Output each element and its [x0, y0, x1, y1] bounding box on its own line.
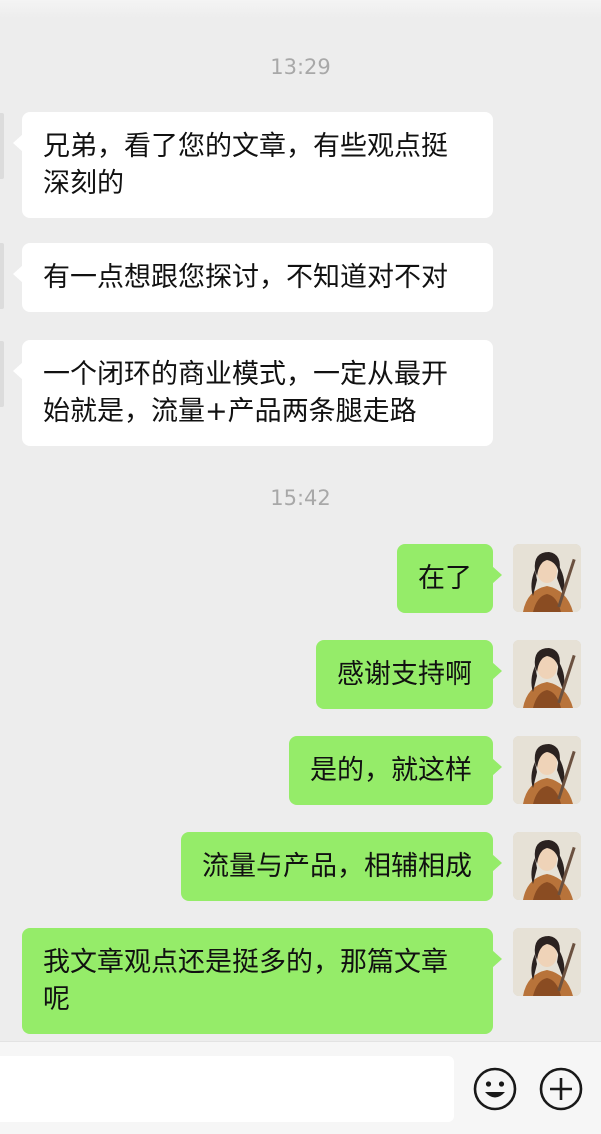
- timestamp: 15:42: [270, 486, 331, 510]
- message-text: 在了: [418, 563, 472, 594]
- outgoing-message[interactable]: 我文章观点还是挺多的，那篇文章呢: [22, 928, 502, 1034]
- emoji-icon[interactable]: [472, 1066, 518, 1112]
- outgoing-message[interactable]: 流量与产品，相辅相成: [181, 832, 502, 901]
- incoming-message[interactable]: 兄弟，看了您的文章，有些观点挺深刻的: [13, 112, 493, 218]
- message-text: 一个闭环的商业模式，一定从最开始就是，流量+产品两条腿走路: [43, 359, 448, 427]
- user-avatar[interactable]: [513, 928, 581, 996]
- outgoing-message[interactable]: 感谢支持啊: [316, 640, 502, 709]
- incoming-message[interactable]: 一个闭环的商业模式，一定从最开始就是，流量+产品两条腿走路: [13, 340, 493, 446]
- incoming-message[interactable]: 有一点想跟您探讨，不知道对不对: [13, 243, 493, 312]
- user-avatar[interactable]: [513, 640, 581, 708]
- user-avatar[interactable]: [513, 832, 581, 900]
- input-bar: [0, 1041, 601, 1134]
- message-text: 感谢支持啊: [337, 659, 472, 690]
- message-text: 兄弟，看了您的文章，有些观点挺深刻的: [43, 131, 448, 199]
- user-avatar[interactable]: [513, 736, 581, 804]
- message-text: 流量与产品，相辅相成: [202, 851, 472, 882]
- message-text: 我文章观点还是挺多的，那篇文章呢: [43, 947, 448, 1015]
- user-avatar[interactable]: [513, 544, 581, 612]
- message-text: 是的，就这样: [310, 755, 472, 786]
- timestamp: 13:29: [270, 55, 331, 79]
- sender-avatar-edge: [0, 243, 4, 309]
- top-bar: [0, 0, 601, 18]
- outgoing-message[interactable]: 在了: [397, 544, 502, 613]
- outgoing-message[interactable]: 是的，就这样: [289, 736, 502, 805]
- sender-avatar-edge: [0, 341, 4, 407]
- message-input[interactable]: [0, 1056, 454, 1122]
- message-text: 有一点想跟您探讨，不知道对不对: [43, 262, 448, 293]
- plus-icon[interactable]: [538, 1066, 584, 1112]
- sender-avatar-edge: [0, 113, 4, 179]
